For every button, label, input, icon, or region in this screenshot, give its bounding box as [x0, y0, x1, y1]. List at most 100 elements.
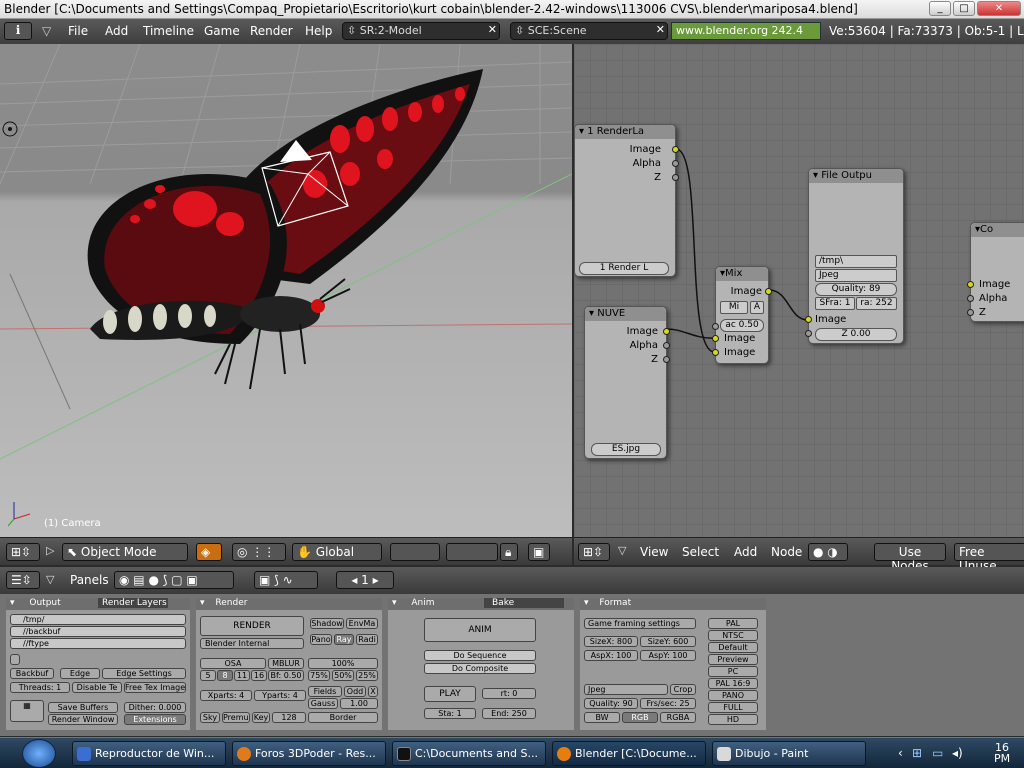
fps-field[interactable]: Frs/sec: 25	[640, 698, 696, 709]
end-frame-field[interactable]: End: 250	[482, 708, 536, 719]
tab-anim[interactable]: Anim	[411, 598, 434, 608]
mode-select[interactable]: ⬉ Object Mode	[62, 543, 188, 561]
crop-button[interactable]: Crop	[670, 684, 696, 695]
size-100-button[interactable]: 100%	[308, 658, 378, 669]
free-unused-button[interactable]: Free Unuse	[954, 543, 1024, 573]
menu-render[interactable]: Render	[250, 24, 293, 38]
maximize-button[interactable]: □	[953, 1, 975, 16]
alpha-toggle[interactable]: A	[750, 301, 764, 314]
use-nodes-button[interactable]: Use Nodes	[874, 543, 946, 573]
image-file-select[interactable]: ES.jpg	[591, 443, 661, 456]
collapse-menu-icon[interactable]: ▽	[42, 24, 51, 38]
tray-monitor-icon[interactable]: ▭	[932, 746, 943, 760]
mblur-button[interactable]: MBLUR	[268, 658, 304, 669]
scene-selector[interactable]: ⇳ SCE:Scene ✕	[510, 22, 668, 40]
pivot-select[interactable]: ◎ ⋮⋮	[232, 543, 286, 561]
free-tex-image-button[interactable]: Free Tex Image	[124, 682, 186, 693]
rgb-button[interactable]: RGB	[622, 712, 658, 723]
do-composite-button[interactable]: Do Composite	[424, 663, 536, 674]
socket[interactable]	[663, 328, 670, 335]
preset-preview[interactable]: Preview	[708, 654, 758, 665]
panels-menu[interactable]: Panels	[70, 573, 109, 587]
output-path-field[interactable]: /tmp\	[815, 255, 897, 268]
socket[interactable]	[672, 174, 679, 181]
xparts-field[interactable]: Xparts: 4	[200, 690, 252, 701]
tab-bake[interactable]: Bake	[484, 598, 564, 608]
preset-pano[interactable]: PANO	[708, 690, 758, 701]
edge-settings-button[interactable]: Edge Settings	[102, 668, 186, 679]
lock-icon[interactable]: 🔒︎	[500, 543, 518, 561]
preset-pc[interactable]: PC	[708, 666, 758, 677]
menu-node[interactable]: Node	[771, 545, 802, 559]
tab-render-layers[interactable]: Render Layers	[98, 598, 168, 608]
pano-button[interactable]: Pano	[310, 634, 332, 645]
ftype-path-field[interactable]: //ftype	[10, 638, 186, 649]
frame-field[interactable]: ◂ 1 ▸	[336, 571, 394, 589]
render-engine-select[interactable]: Blender Internal	[200, 638, 304, 649]
clock[interactable]: 16 PM	[982, 742, 1022, 764]
quality-field[interactable]: Quality: 89	[815, 283, 897, 296]
minimize-button[interactable]: _	[929, 1, 951, 16]
blend-mode-select[interactable]: Mi	[720, 301, 748, 314]
task-firefox[interactable]: Foros 3DPoder - Res...	[232, 741, 386, 766]
screen-selector[interactable]: ⇳ SR:2-Model ✕	[342, 22, 500, 40]
efra-field[interactable]: ra: 252	[856, 297, 897, 310]
osa-button[interactable]: OSA	[200, 658, 266, 669]
osa-11[interactable]: 11	[234, 670, 250, 681]
layers-row-1[interactable]	[390, 543, 440, 561]
preset-pal[interactable]: PAL	[708, 618, 758, 629]
node-composite[interactable]: ▾Co Image Alpha Z	[967, 222, 1024, 322]
tray-volume-icon[interactable]: ◂)	[952, 746, 963, 760]
anim-button[interactable]: ANIM	[424, 618, 536, 642]
bf-field[interactable]: Bf: 0.50	[268, 670, 304, 681]
filter-size-field[interactable]: 1.00	[340, 698, 378, 709]
tray-expand-icon[interactable]: ‹	[898, 746, 903, 760]
close-icon[interactable]: ✕	[488, 23, 497, 36]
close-icon[interactable]: ✕	[656, 23, 665, 36]
node-mix[interactable]: ▾Mix Image Mi A ac 0.50 Image Image	[712, 266, 772, 364]
collapse-menu-icon[interactable]: ▽	[46, 573, 54, 586]
blender-link[interactable]: www.blender.org 242.4	[671, 22, 821, 40]
3d-cursor[interactable]	[2, 121, 18, 137]
start-button[interactable]	[22, 739, 56, 768]
socket[interactable]	[967, 281, 974, 288]
node-type-toggle[interactable]: ● ◑	[808, 543, 848, 561]
socket[interactable]	[663, 342, 670, 349]
preset-hd[interactable]: HD	[708, 714, 758, 725]
tab-output[interactable]: Output	[29, 598, 60, 608]
socket[interactable]	[967, 309, 974, 316]
dither-field[interactable]: Dither: 0.000	[124, 702, 186, 713]
3d-viewport[interactable]: (1) Camera	[0, 44, 572, 537]
sky-button[interactable]: Sky	[200, 712, 220, 723]
socket[interactable]	[672, 146, 679, 153]
preset-full[interactable]: FULL	[708, 702, 758, 713]
menu-add[interactable]: Add	[105, 24, 128, 38]
task-cmd[interactable]: C:\Documents and S...	[392, 741, 546, 766]
z-field[interactable]: Z 0.00	[815, 328, 897, 341]
task-paint[interactable]: Dibujo - Paint	[712, 741, 866, 766]
editor-type-button[interactable]: ⊞⇳	[6, 543, 40, 561]
tile-size-select[interactable]: 128	[272, 712, 306, 723]
edge-button[interactable]: Edge	[60, 668, 100, 679]
collapse-icon[interactable]: ▾	[589, 308, 594, 319]
layers-row-2[interactable]	[446, 543, 498, 561]
context-buttons[interactable]: ◉ ▤ ● ⟆ ▢ ▣	[114, 571, 234, 589]
preset-default[interactable]: Default	[708, 642, 758, 653]
osa-5[interactable]: 5	[200, 670, 216, 681]
socket[interactable]	[672, 160, 679, 167]
expand-icon[interactable]: ▷	[46, 544, 54, 557]
asp-y-field[interactable]: AspY: 100	[640, 650, 696, 661]
collapse-menu-icon[interactable]: ▽	[618, 544, 626, 557]
menu-select[interactable]: Select	[682, 545, 719, 559]
osa-8[interactable]: 8	[217, 670, 233, 681]
render-layer-select[interactable]: 1 Render L	[579, 262, 669, 275]
gauss-select[interactable]: Gauss	[308, 698, 338, 709]
backbuf-path-field[interactable]: //backbuf	[10, 626, 186, 637]
socket[interactable]	[663, 356, 670, 363]
size-75-button[interactable]: 75%	[308, 670, 330, 681]
socket[interactable]	[967, 295, 974, 302]
extensions-button[interactable]: Extensions	[124, 714, 186, 725]
socket[interactable]	[712, 323, 719, 330]
node-editor[interactable]: ▾ 1 RenderLa Image Alpha Z 1 Render L ▾ …	[574, 44, 1024, 537]
editor-type-button[interactable]: ⊞⇳	[578, 543, 610, 561]
